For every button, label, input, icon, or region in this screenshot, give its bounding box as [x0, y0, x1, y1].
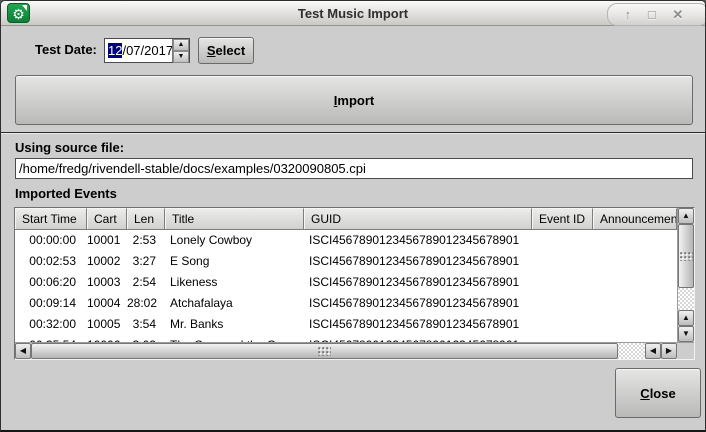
cell-guid: ISCI4567890123456789012345678901	[304, 251, 532, 272]
table-header: Start Time Cart Len Title GUID Event ID …	[15, 208, 677, 230]
cell-len: 3:03	[127, 335, 165, 342]
table-row[interactable]: 00:35:54 10006 3:03 The Gray and the Gre…	[15, 335, 677, 342]
col-header-event-id[interactable]: Event ID	[532, 208, 593, 230]
cell-start-time: 00:00:00	[15, 230, 87, 251]
col-header-guid[interactable]: GUID	[304, 208, 532, 230]
cell-announcement	[593, 251, 677, 272]
test-music-import-window: ⚙ Test Music Import ↑ □ ✕ Test Date: 12/…	[0, 0, 706, 432]
shade-window-icon[interactable]: ↑	[625, 6, 632, 24]
spin-up-icon[interactable]: ▲	[173, 39, 189, 51]
table-body: 00:00:00 10001 2:53 Lonely Cowboy ISCI45…	[15, 230, 677, 342]
cell-title: E Song	[165, 251, 304, 272]
table-row[interactable]: 00:32:00 10005 3:54 Mr. Banks ISCI456789…	[15, 314, 677, 335]
cell-event-id	[532, 335, 593, 342]
cell-start-time: 00:09:14	[15, 293, 87, 314]
cell-len: 2:54	[127, 272, 165, 293]
scroll-left-icon[interactable]: ◀	[15, 343, 31, 359]
select-button[interactable]: Select	[198, 37, 254, 64]
scroll-up-icon[interactable]: ▲	[678, 310, 694, 326]
cell-announcement	[593, 230, 677, 251]
cell-event-id	[532, 314, 593, 335]
test-date-spinbox[interactable]: 12/07/2017 ▲ ▼	[104, 38, 190, 63]
cell-event-id	[532, 230, 593, 251]
col-header-announcement[interactable]: Announcement	[593, 208, 677, 230]
thumb-grip	[318, 347, 331, 356]
thumb-grip	[680, 252, 693, 261]
scroll-up-icon[interactable]: ▲	[678, 208, 694, 224]
cell-guid: ISCI4567890123456789012345678901	[304, 272, 532, 293]
cell-announcement	[593, 293, 677, 314]
cell-start-time: 00:02:53	[15, 251, 87, 272]
scrollbar-corner	[677, 342, 694, 359]
cell-cart: 10004	[87, 293, 127, 314]
maximize-window-icon[interactable]: □	[648, 6, 656, 24]
cell-announcement	[593, 314, 677, 335]
cell-title: Lonely Cowboy	[165, 230, 304, 251]
date-selected-segment: 12	[108, 43, 122, 58]
import-button[interactable]: Import	[15, 75, 693, 125]
cell-guid: ISCI4567890123456789012345678901	[304, 314, 532, 335]
window-controls: ↑ □ ✕	[607, 3, 706, 26]
vertical-scroll-thumb[interactable]	[678, 224, 694, 288]
table-row[interactable]: 00:06:20 10003 2:54 Likeness ISCI4567890…	[15, 272, 677, 293]
cell-len: 28:02	[127, 293, 165, 314]
table-row[interactable]: 00:09:14 10004 28:02 Atchafalaya ISCI456…	[15, 293, 677, 314]
table-row[interactable]: 00:02:53 10002 3:27 E Song ISCI456789012…	[15, 251, 677, 272]
col-header-cart[interactable]: Cart	[87, 208, 127, 230]
cell-title: Likeness	[165, 272, 304, 293]
cell-event-id	[532, 293, 593, 314]
cell-announcement	[593, 272, 677, 293]
cell-announcement	[593, 335, 677, 342]
test-date-label: Test Date:	[35, 42, 97, 57]
cell-guid: ISCI4567890123456789012345678901	[304, 293, 532, 314]
col-header-len[interactable]: Len	[127, 208, 165, 230]
source-file-label: Using source file:	[15, 140, 124, 155]
cell-start-time: 00:35:54	[15, 335, 87, 342]
separator-line	[1, 132, 706, 134]
cell-title: The Gray and the Green	[165, 335, 304, 342]
date-rest-segment: /07/2017	[122, 43, 172, 58]
col-header-title[interactable]: Title	[165, 208, 304, 230]
imported-events-table: Start Time Cart Len Title GUID Event ID …	[14, 207, 695, 360]
cell-cart: 10003	[87, 272, 127, 293]
cell-len: 3:27	[127, 251, 165, 272]
window-title: Test Music Import	[1, 1, 705, 26]
source-file-path-field[interactable]: /home/fredg/rivendell-stable/docs/exampl…	[15, 158, 693, 179]
scroll-down-icon[interactable]: ▼	[678, 326, 694, 342]
cell-cart: 10002	[87, 251, 127, 272]
cell-event-id	[532, 251, 593, 272]
cell-title: Atchafalaya	[165, 293, 304, 314]
scroll-left-icon[interactable]: ◀	[645, 343, 661, 359]
titlebar[interactable]: ⚙ Test Music Import ↑ □ ✕	[1, 1, 705, 26]
cell-guid: ISCI4567890123456789012345678901	[304, 335, 532, 342]
cell-start-time: 00:32:00	[15, 314, 87, 335]
scroll-right-icon[interactable]: ▶	[661, 343, 677, 359]
cell-cart: 10005	[87, 314, 127, 335]
cell-start-time: 00:06:20	[15, 272, 87, 293]
cell-event-id	[532, 272, 593, 293]
cell-title: Mr. Banks	[165, 314, 304, 335]
vertical-scrollbar[interactable]: ▲ ▲ ▼	[677, 208, 694, 342]
cell-guid: ISCI4567890123456789012345678901	[304, 230, 532, 251]
cell-cart: 10001	[87, 230, 127, 251]
close-window-icon[interactable]: ✕	[672, 6, 683, 24]
date-spin-buttons: ▲ ▼	[172, 39, 189, 62]
test-date-value[interactable]: 12/07/2017	[105, 39, 172, 62]
horizontal-scroll-thumb[interactable]	[31, 343, 618, 359]
spin-down-icon[interactable]: ▼	[173, 51, 189, 63]
horizontal-scroll-track[interactable]	[618, 343, 645, 359]
horizontal-scrollbar[interactable]: ◀ ◀ ▶	[15, 342, 677, 359]
cell-len: 3:54	[127, 314, 165, 335]
close-button[interactable]: Close	[615, 368, 701, 418]
table-row[interactable]: 00:00:00 10001 2:53 Lonely Cowboy ISCI45…	[15, 230, 677, 251]
col-header-start-time[interactable]: Start Time	[15, 208, 87, 230]
vertical-scroll-track[interactable]	[678, 288, 694, 310]
cell-len: 2:53	[127, 230, 165, 251]
imported-events-label: Imported Events	[15, 186, 117, 201]
cell-cart: 10006	[87, 335, 127, 342]
